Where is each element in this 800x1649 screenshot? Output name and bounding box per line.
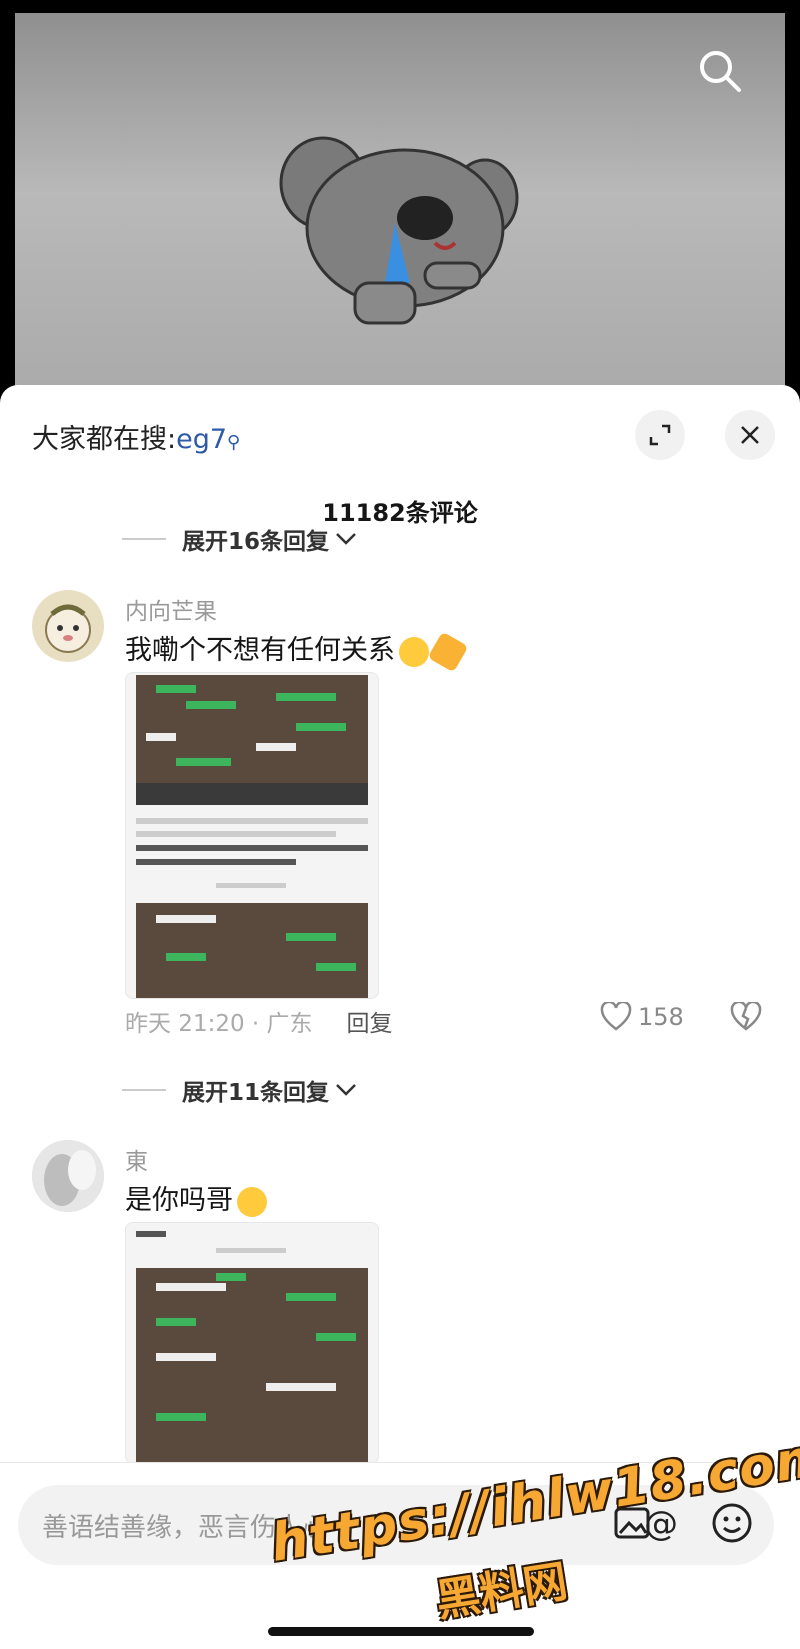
search-icon[interactable] xyxy=(697,48,743,94)
dislike-button[interactable] xyxy=(730,1000,762,1036)
koala-sticker xyxy=(279,136,519,325)
username[interactable]: 東 xyxy=(125,1142,148,1176)
heart-icon xyxy=(600,1002,632,1031)
avatar[interactable] xyxy=(32,590,104,662)
sheet-header: 大家都在搜:eg7⚲ xyxy=(0,385,800,475)
comment-text-content: 是你吗哥 xyxy=(125,1185,233,1216)
expand-button[interactable] xyxy=(635,410,685,460)
timestamp-location: 昨天 21:20 · 广东 xyxy=(125,1011,313,1037)
comment-text: 是你吗哥 xyxy=(125,1178,267,1217)
expand-replies-2[interactable]: 展开11条回复 xyxy=(122,1073,357,1107)
comment-text-content: 我嘞个不想有任何关系 xyxy=(125,635,395,666)
expand-replies-1[interactable]: 展开16条回复 xyxy=(122,522,357,556)
chevron-down-icon xyxy=(336,1084,356,1096)
comment-image[interactable] xyxy=(125,1222,379,1464)
trending-keyword[interactable]: eg7 xyxy=(176,424,227,455)
expand-replies-label: 展开16条回复 xyxy=(182,529,330,555)
comment-meta: 昨天 21:20 · 广东 回复 xyxy=(125,1004,393,1038)
comment-image[interactable] xyxy=(125,672,379,999)
avatar[interactable] xyxy=(32,1140,104,1212)
like-button[interactable]: 158 xyxy=(600,1002,684,1032)
laughing-emoji-icon xyxy=(399,636,429,667)
expand-replies-label: 展开11条回复 xyxy=(182,1080,330,1106)
divider-line xyxy=(122,538,166,540)
comment-count: 11182条评论 xyxy=(322,499,478,527)
close-button[interactable] xyxy=(725,410,775,460)
expand-icon xyxy=(649,424,671,446)
heart-hug-emoji-icon xyxy=(237,1186,267,1217)
comment-text: 我嘞个不想有任何关系 xyxy=(125,628,469,672)
video-player[interactable] xyxy=(15,13,785,413)
like-count: 158 xyxy=(638,1003,684,1031)
reply-button[interactable]: 回复 xyxy=(347,1011,393,1037)
username[interactable]: 内向芒果 xyxy=(125,592,217,626)
pointing-hand-emoji-icon xyxy=(427,631,469,672)
emoji-icon[interactable] xyxy=(708,1499,756,1547)
trending-prefix: 大家都在搜: xyxy=(32,424,177,455)
divider-line xyxy=(122,1089,166,1091)
broken-heart-icon xyxy=(730,1000,762,1031)
trending-search[interactable]: 大家都在搜:eg7⚲ xyxy=(32,417,240,456)
close-icon xyxy=(741,426,759,444)
chevron-down-icon xyxy=(336,533,356,545)
home-indicator[interactable] xyxy=(268,1627,534,1636)
small-search-icon: ⚲ xyxy=(227,432,241,453)
